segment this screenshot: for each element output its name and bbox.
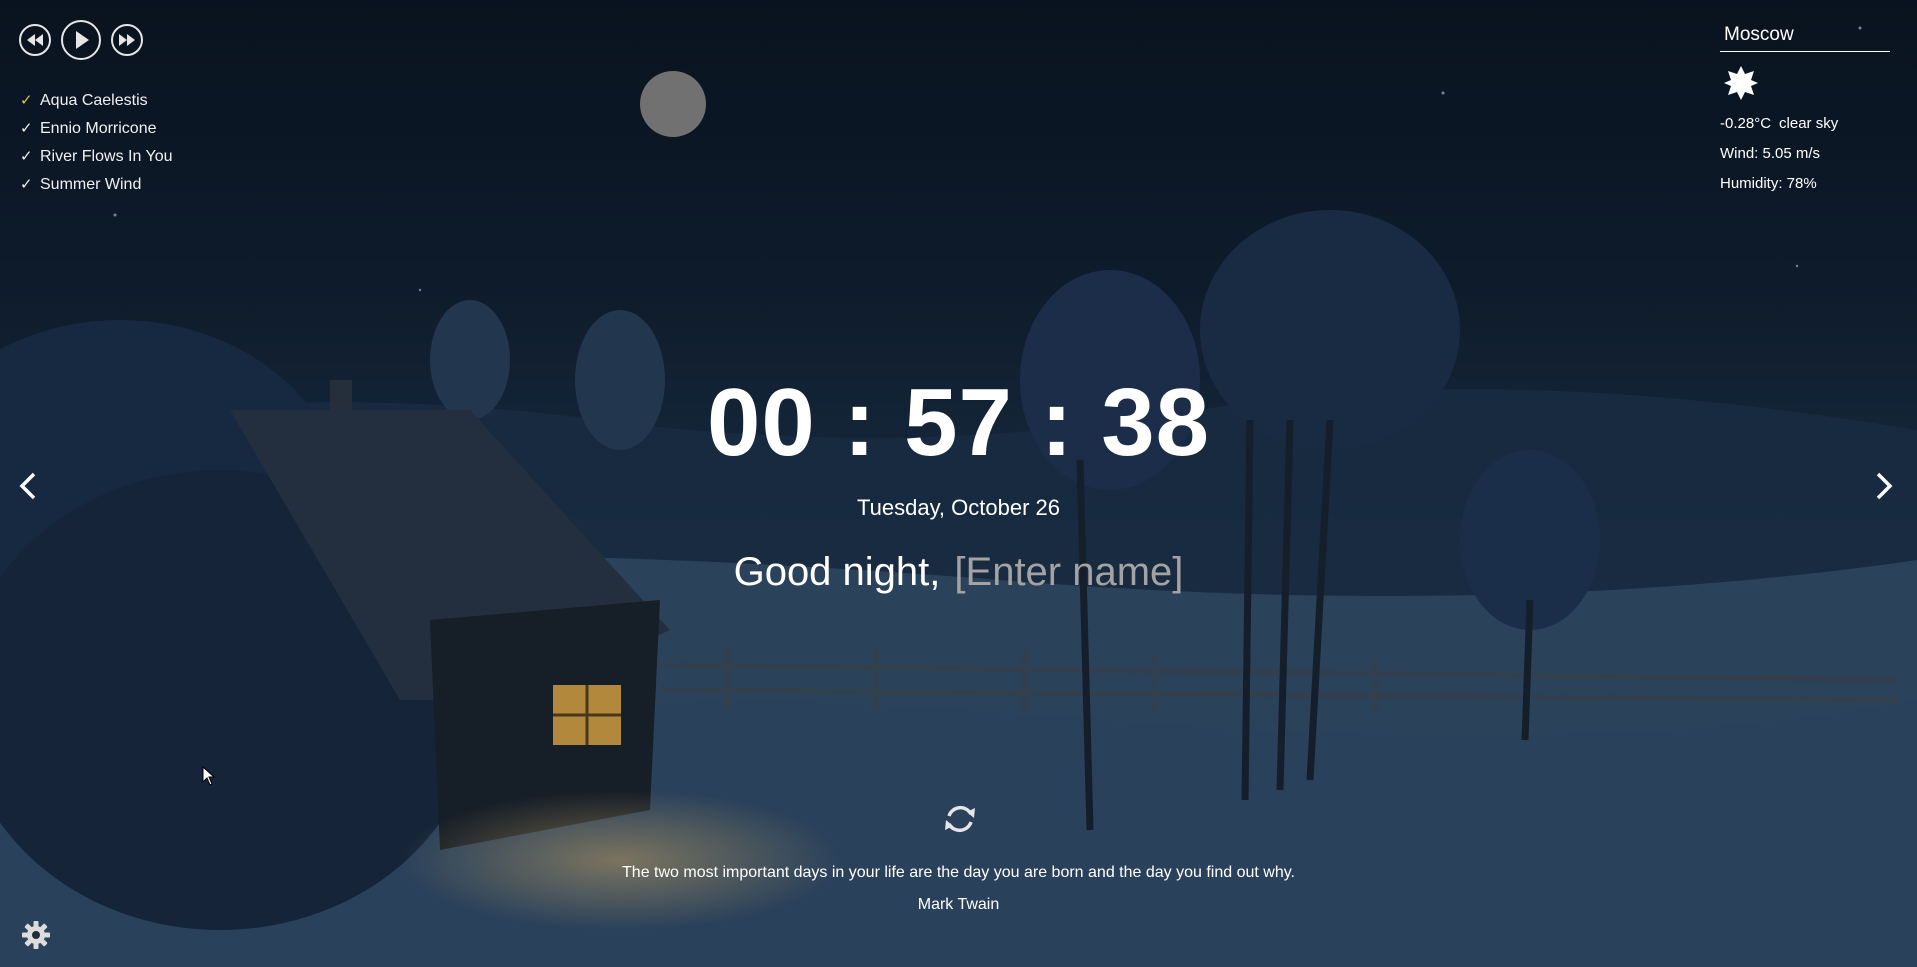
greeting-text: Good night,	[733, 550, 941, 594]
clock-date: Tuesday, October 26	[857, 495, 1060, 520]
clear-sky-icon	[1724, 66, 1758, 100]
music-player	[19, 20, 143, 60]
track-title: Aqua Caelestis	[40, 92, 148, 109]
track-title: Ennio Morricone	[40, 120, 157, 137]
gear-icon[interactable]	[21, 920, 51, 950]
greeting: Good night, [Enter name]	[0, 550, 1917, 595]
wind-speed: Wind: 5.05 m/s	[1720, 145, 1821, 162]
fast-forward-icon	[119, 34, 135, 46]
name-field[interactable]: [Enter name]	[954, 550, 1183, 594]
weather-summary: -0.28°C clear sky	[1720, 111, 1890, 137]
check-icon: ✓	[20, 148, 33, 165]
weather-description: clear sky	[1779, 115, 1839, 132]
track-title: River Flows In You	[40, 148, 173, 165]
clock-time: 00 : 57 : 38	[707, 369, 1210, 476]
quote-text: The two most important days in your life…	[622, 864, 1295, 881]
playlist-item[interactable]: ✓ River Flows In You	[20, 147, 173, 175]
humidity: Humidity: 78%	[1720, 175, 1817, 192]
playlist-item[interactable]: ✓ Ennio Morricone	[20, 119, 173, 147]
rewind-icon	[27, 34, 43, 46]
track-title: Summer Wind	[40, 176, 142, 193]
weather-widget: -0.28°C clear sky Wind: 5.05 m/s Humidity…	[1720, 22, 1890, 197]
check-icon: ✓	[20, 120, 33, 137]
check-icon: ✓	[20, 176, 33, 193]
play-icon	[76, 31, 89, 49]
quote-author: Mark Twain	[917, 896, 1000, 913]
previous-track-button[interactable]	[19, 24, 51, 56]
playlist: ✓ Aqua Caelestis ✓ Ennio Morricone ✓ River …	[20, 91, 173, 203]
mouse-cursor-icon	[202, 766, 216, 786]
playlist-item[interactable]: ✓ Summer Wind	[20, 175, 173, 203]
check-icon: ✓	[20, 92, 33, 109]
next-track-button[interactable]	[111, 24, 143, 56]
refresh-icon[interactable]	[941, 800, 979, 838]
play-button[interactable]	[61, 20, 101, 60]
temperature: -0.28°C	[1720, 115, 1772, 132]
city-input[interactable]	[1720, 22, 1890, 52]
playlist-item[interactable]: ✓ Aqua Caelestis	[20, 91, 173, 119]
